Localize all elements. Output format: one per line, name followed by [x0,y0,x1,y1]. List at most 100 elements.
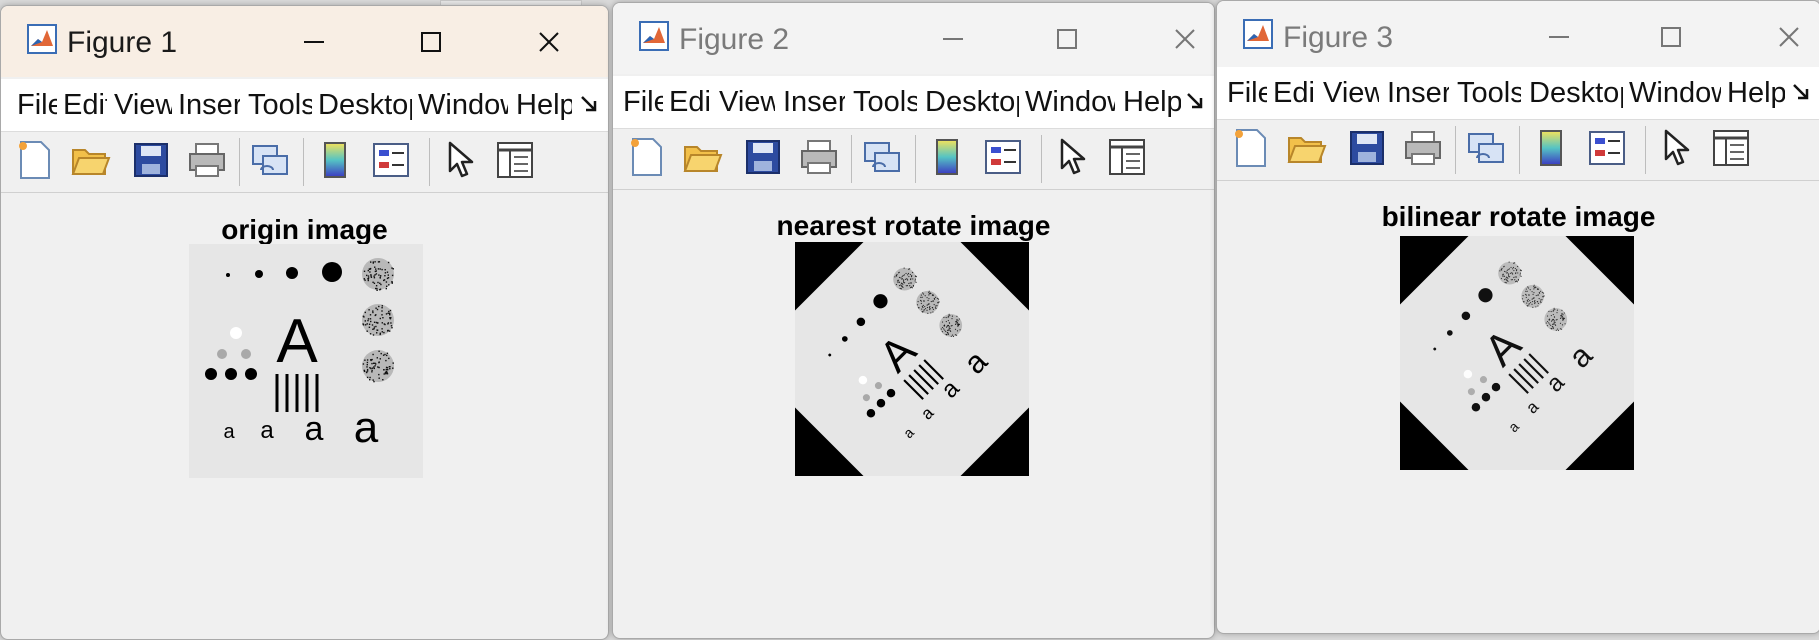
link-plot-button[interactable] [1465,128,1509,172]
new-figure-button[interactable] [625,137,669,181]
print-icon [1404,130,1442,171]
toolbar-separator [1645,126,1646,174]
print-button[interactable] [797,137,841,181]
matlab-logo-icon [639,21,669,51]
menu-desktop[interactable]: Desktop [1529,77,1623,110]
close-button[interactable] [1155,17,1214,61]
link-plot-button[interactable] [861,137,905,181]
open-file-button[interactable] [69,140,113,184]
maximize-icon [1661,27,1681,47]
menu-desktop[interactable]: Desktop [925,86,1019,119]
edit-plot-pointer-button[interactable] [439,140,483,184]
save-button[interactable] [741,137,785,181]
edit-plot-pointer-button[interactable] [1051,137,1095,181]
link-plot-icon [1467,130,1507,171]
new-figure-icon [629,137,665,182]
menu-overflow-arrow-icon[interactable] [1184,90,1206,112]
menu-insert[interactable]: Insert [178,89,240,122]
menu-view[interactable]: View [1323,77,1379,110]
menu-file[interactable]: File [1227,77,1267,110]
insert-legend-icon [984,139,1022,180]
menu-overflow-arrow-icon[interactable] [578,93,600,115]
print-button[interactable] [185,140,229,184]
menu-insert[interactable]: Insert [1387,77,1449,110]
insert-colorbar-button[interactable] [313,140,357,184]
menu-edit[interactable]: Edit [63,89,107,122]
figure-window-3[interactable]: Figure 3 File Edit View Insert Tools Des… [1216,0,1819,634]
window-title: Figure 3 [1283,21,1394,54]
menu-window[interactable]: Window [1025,86,1115,119]
minimize-button[interactable] [1529,15,1589,59]
print-button[interactable] [1401,128,1445,172]
window-title: Figure 2 [679,23,790,56]
print-icon [800,139,838,180]
menu-window[interactable]: Window [1629,77,1721,110]
insert-legend-button[interactable] [981,137,1025,181]
insert-colorbar-button[interactable] [925,137,969,181]
menu-desktop[interactable]: Desktop [318,89,412,122]
new-figure-icon [17,140,53,185]
edit-plot-pointer-button[interactable] [1655,128,1699,172]
new-figure-button[interactable] [13,140,57,184]
property-inspector-button[interactable] [1709,128,1753,172]
save-button[interactable] [1345,128,1389,172]
property-inspector-button[interactable] [1105,137,1149,181]
title-bar[interactable]: Figure 2 [613,3,1214,74]
menu-file[interactable]: File [17,89,57,122]
toolbar-separator [1041,135,1042,183]
toolbar-separator [1519,126,1520,174]
window-title: Figure 1 [67,26,178,59]
figure-window-1[interactable]: Figure 1 File Edit View Insert Tools Des… [0,5,609,640]
close-button[interactable] [1759,15,1819,59]
menu-help[interactable]: Help [1727,77,1785,110]
menu-view[interactable]: View [114,89,172,122]
insert-legend-button[interactable] [1585,128,1629,172]
menu-edit[interactable]: Edit [669,86,711,119]
edit-plot-pointer-icon [446,141,476,184]
insert-legend-button[interactable] [369,140,413,184]
new-figure-icon [1233,128,1269,173]
insert-legend-icon [1588,130,1626,171]
menu-help[interactable]: Help [516,89,572,122]
title-bar[interactable]: Figure 3 [1217,1,1819,72]
save-icon [745,139,781,180]
origin-image: A a a a a [189,244,423,478]
menu-tools[interactable]: Tools [1457,77,1521,110]
property-inspector-button[interactable] [493,140,537,184]
menu-view[interactable]: View [719,86,775,119]
minimize-button[interactable] [284,20,344,64]
save-button[interactable] [129,140,173,184]
menu-overflow-arrow-icon[interactable] [1790,81,1812,103]
menu-window[interactable]: Window [418,89,508,122]
title-bar[interactable]: Figure 1 [1,6,608,77]
toolbar-separator [239,138,240,186]
insert-colorbar-icon [1537,129,1565,172]
minimize-button[interactable] [923,17,983,61]
menu-bar: File Edit View Insert Tools Desktop Wind… [1,79,608,132]
maximize-button[interactable] [401,20,461,64]
open-file-icon [71,142,111,183]
maximize-button[interactable] [1037,17,1097,61]
new-figure-button[interactable] [1229,128,1273,172]
axes-title: nearest rotate image [776,210,1051,241]
link-plot-button[interactable] [249,140,293,184]
menu-edit[interactable]: Edit [1273,77,1315,110]
save-icon [133,142,169,183]
svg-text:a: a [305,410,324,448]
maximize-icon [1057,29,1077,49]
menu-bar: File Edit View Insert Tools Desktop Wind… [1217,67,1819,120]
toolbar-separator [915,135,916,183]
open-file-button[interactable] [1285,128,1329,172]
menu-insert[interactable]: Insert [783,86,845,119]
open-file-button[interactable] [681,137,725,181]
menu-tools[interactable]: Tools [248,89,312,122]
menu-file[interactable]: File [623,86,663,119]
close-button[interactable] [519,20,579,64]
close-icon [1175,29,1195,49]
maximize-button[interactable] [1641,15,1701,59]
link-plot-icon [251,142,291,183]
insert-colorbar-button[interactable] [1529,128,1573,172]
menu-help[interactable]: Help [1123,86,1181,119]
figure-window-2[interactable]: Figure 2 File Edit View Insert Tools Des… [612,2,1215,639]
menu-tools[interactable]: Tools [853,86,917,119]
